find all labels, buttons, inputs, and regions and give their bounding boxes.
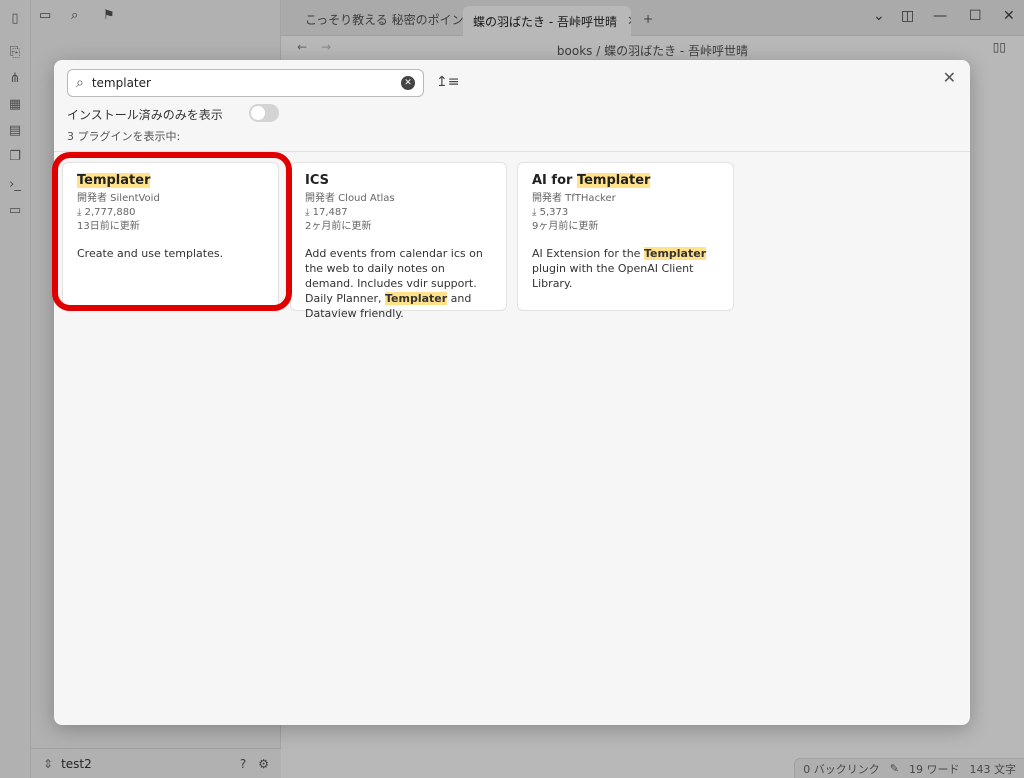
plugin-count-label: 3 プラグインを表示中: (67, 130, 181, 143)
plugin-search-input[interactable] (91, 76, 401, 90)
modal-close-icon[interactable]: ✕ (943, 68, 956, 87)
plugin-card-ics[interactable]: ICS 開発者 Cloud Atlas ⤓ 17,487 2ヶ月前に更新 Add… (290, 162, 507, 320)
title-highlight: Templater (576, 173, 651, 188)
download-icon: ⤓ (305, 207, 313, 218)
modal-header: ⌕ ✕ ↥≡ ✕ インストール済みのみを表示 3 プラグインを表示中: (54, 60, 970, 152)
download-count: 17,487 (312, 207, 348, 218)
plugin-title: AI for Templater (532, 173, 719, 188)
plugin-author: 開発者 TfTHacker (532, 193, 616, 204)
sort-order-icon[interactable]: ↥≡ (436, 74, 459, 90)
desc-text: AI Extension for the (532, 247, 644, 260)
search-icon: ⌕ (76, 75, 84, 91)
plugin-title: ICS (305, 173, 329, 188)
desc-highlight: Templater (643, 247, 707, 260)
installed-only-toggle[interactable] (249, 104, 279, 122)
plugin-updated: 9ヶ月前に更新 (532, 221, 599, 232)
plugin-search-field[interactable]: ⌕ ✕ (67, 69, 424, 97)
plugin-downloads: ⤓ 5,373 (532, 206, 719, 220)
download-count: 5,373 (539, 207, 569, 218)
plugin-downloads: ⤓ 17,487 (305, 206, 492, 220)
annotation-highlight-box (52, 152, 292, 311)
download-icon: ⤓ (532, 207, 540, 218)
title-text: AI for (532, 173, 577, 188)
desc-highlight: Templater (385, 292, 448, 305)
plugin-card-ai-for-templater[interactable]: AI for Templater 開発者 TfTHacker ⤓ 5,373 9… (517, 162, 734, 311)
plugin-author: 開発者 Cloud Atlas (305, 193, 395, 204)
plugin-updated: 2ヶ月前に更新 (305, 221, 372, 232)
plugin-description: AI Extension for the Templater plugin wi… (532, 246, 719, 291)
installed-only-label: インストール済みのみを表示 (67, 108, 223, 122)
clear-search-icon[interactable]: ✕ (401, 76, 415, 90)
toggle-knob (251, 106, 265, 120)
desc-text: plugin with the OpenAI Client Library. (532, 262, 694, 290)
plugin-description: Add events from calendar ics on the web … (305, 246, 492, 321)
